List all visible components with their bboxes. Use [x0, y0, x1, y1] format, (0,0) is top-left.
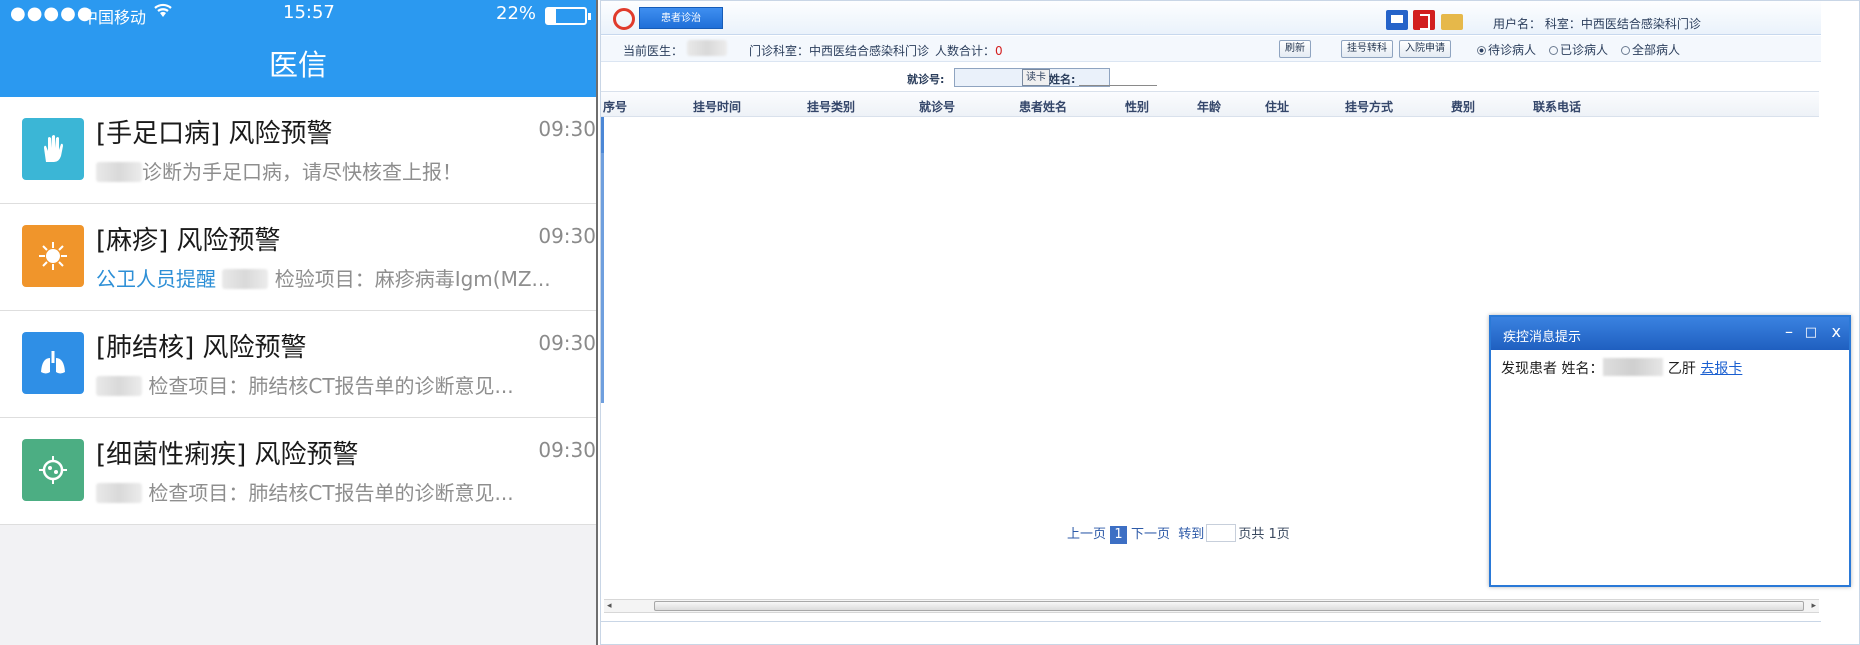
- next-page-link[interactable]: 下一页: [1131, 527, 1170, 542]
- minimize-icon[interactable]: –: [1785, 322, 1793, 341]
- message-preview: 检查项目：肺结核CT报告单的诊断意见...: [96, 370, 514, 399]
- wifi-icon: [152, 1, 174, 24]
- col-header[interactable]: 费别: [1451, 98, 1475, 115]
- message-time: 09:30: [538, 224, 596, 248]
- bottom-divider: [601, 621, 1821, 622]
- radio-seen-patients[interactable]: 已诊病人: [1549, 41, 1608, 58]
- scroll-left-icon[interactable]: ◂: [607, 601, 612, 611]
- col-header[interactable]: 就诊号: [919, 98, 955, 115]
- name-input[interactable]: [1079, 85, 1157, 86]
- goto-label: 转到: [1178, 527, 1205, 542]
- col-header[interactable]: 联系电话: [1533, 98, 1581, 115]
- message-item-measles[interactable]: [麻疹] 风险预警 09:30 公卫人员提醒 检验项目：麻疹病毒Igm(MZ..…: [0, 204, 596, 311]
- phone-header: ●●●●● 中国移动 15:57 22% 医信: [0, 0, 596, 97]
- horizontal-scrollbar[interactable]: ◂ ▸: [604, 599, 1819, 613]
- radio-waiting-patients[interactable]: 待诊病人: [1477, 41, 1536, 58]
- search-row: 就诊号: 读卡 姓名:: [601, 67, 1821, 89]
- left-border: [601, 153, 604, 403]
- message-title: [手足口病] 风险预警: [96, 119, 333, 149]
- redacted-name: [96, 162, 142, 182]
- battery-icon: [545, 7, 591, 25]
- bacteria-icon: [22, 439, 84, 501]
- message-item-dysentery[interactable]: [细菌性痢疾] 风险预警 09:30 检查项目：肺结核CT报告单的诊断意见...: [0, 418, 596, 525]
- popup-titlebar[interactable]: 疾控消息提示 – □ x: [1491, 317, 1849, 350]
- redacted-patient-name: [1603, 358, 1664, 376]
- exit-icon[interactable]: [1413, 10, 1435, 30]
- message-preview: 诊断为手足口病，请尽快核查上报！: [96, 156, 462, 185]
- virus-icon: [22, 225, 84, 287]
- redacted-name: [222, 269, 269, 289]
- screenshot-root: ●●●●● 中国移动 15:57 22% 医信 [手足口病] 风险预警 09:3…: [0, 0, 1860, 645]
- message-item-hfmd[interactable]: [手足口病] 风险预警 09:30 诊断为手足口病，请尽快核查上报！: [0, 97, 596, 204]
- battery-percent: 22%: [496, 3, 537, 24]
- user-info: 用户名： 科室：中西医结合感染科门诊: [1493, 17, 1701, 31]
- scrollbar-thumb[interactable]: [654, 601, 1804, 611]
- splitter-handle[interactable]: [601, 117, 604, 153]
- status-time: 15:57: [283, 2, 335, 23]
- phone-app: ●●●●● 中国移动 15:57 22% 医信 [手足口病] 风险预警 09:3…: [0, 0, 598, 645]
- desktop-app: 患者诊治 用户名： 科室：中西医结合感染科门诊 当前医生： 门诊科室：中西医结合…: [600, 0, 1860, 645]
- message-time: 09:30: [538, 331, 596, 355]
- radio-all-patients[interactable]: 全部病人: [1621, 41, 1680, 58]
- visit-no-label: 就诊号:: [907, 73, 945, 86]
- current-page[interactable]: 1: [1110, 526, 1128, 544]
- scroll-right-icon[interactable]: ▸: [1811, 601, 1816, 611]
- col-header[interactable]: 挂号时间: [693, 98, 741, 115]
- table-header: 序号 挂号时间 挂号类别 就诊号 患者姓名 性别 年龄 住址 挂号方式 费别 联…: [601, 91, 1819, 117]
- message-time: 09:30: [538, 438, 596, 462]
- count-label: 人数合计：0: [935, 44, 1003, 58]
- disease-control-popup: 疾控消息提示 – □ x 发现患者 姓名： 乙肝 去报卡: [1489, 315, 1851, 587]
- message-icon[interactable]: [1386, 10, 1408, 30]
- message-list: [手足口病] 风险预警 09:30 诊断为手足口病，请尽快核查上报！ [麻疹] …: [0, 97, 596, 525]
- col-header[interactable]: 性别: [1125, 98, 1149, 115]
- redacted-name: [96, 376, 142, 396]
- total-pages: 页共 1页: [1238, 527, 1290, 542]
- top-toolbar: 患者诊治 用户名： 科室：中西医结合感染科门诊: [601, 1, 1821, 35]
- lungs-icon: [22, 332, 84, 394]
- col-header[interactable]: 挂号类别: [807, 98, 855, 115]
- goto-page-input[interactable]: [1206, 524, 1237, 542]
- pagination: 上一页 1 下一页 转到 页共 1页: [1067, 523, 1290, 544]
- message-item-tuberculosis[interactable]: [肺结核] 风险预警 09:30 检查项目：肺结核CT报告单的诊断意见...: [0, 311, 596, 418]
- admission-request-button[interactable]: 入院申请: [1399, 40, 1451, 58]
- carrier-label: 中国移动: [82, 8, 147, 27]
- col-header[interactable]: 年龄: [1197, 98, 1221, 115]
- maximize-icon[interactable]: □: [1805, 325, 1817, 340]
- close-icon[interactable]: x: [1832, 322, 1841, 341]
- info-bar: 当前医生： 门诊科室：中西医结合感染科门诊 人数合计：0 刷新 挂号转科 入院申…: [601, 36, 1821, 62]
- message-preview: 公卫人员提醒 检验项目：麻疹病毒Igm(MZ...: [96, 267, 551, 291]
- disease-name: 乙肝: [1667, 361, 1696, 377]
- current-doctor-label: 当前医生：: [623, 44, 684, 58]
- popup-title: 疾控消息提示: [1503, 330, 1582, 345]
- status-bar: ●●●●● 中国移动 15:57 22%: [0, 0, 596, 30]
- folder-icon[interactable]: [1441, 14, 1463, 30]
- signal-icon: ●●●●●: [10, 3, 94, 24]
- message-title: [肺结核] 风险预警: [96, 333, 307, 363]
- refresh-button[interactable]: 刷新: [1279, 40, 1311, 58]
- col-header[interactable]: 住址: [1265, 98, 1289, 115]
- col-header[interactable]: 患者姓名: [1019, 98, 1067, 115]
- app-title: 医信: [268, 48, 327, 82]
- app-logo-icon: [613, 8, 635, 30]
- popup-message: 发现患者 姓名： 乙肝 去报卡: [1491, 350, 1849, 386]
- report-card-link[interactable]: 去报卡: [1700, 361, 1742, 377]
- transfer-button[interactable]: 挂号转科: [1341, 40, 1393, 58]
- dept-label: 门诊科室：中西医结合感染科门诊: [749, 44, 930, 58]
- name-label: 姓名:: [1049, 73, 1076, 86]
- redacted-doctor-name: [687, 40, 727, 56]
- read-card-button[interactable]: 读卡: [1022, 69, 1050, 86]
- prev-page-link[interactable]: 上一页: [1067, 527, 1106, 542]
- tab-patient-diagnosis[interactable]: 患者诊治: [639, 7, 723, 29]
- message-time: 09:30: [538, 117, 596, 141]
- redacted-name: [96, 483, 142, 503]
- message-preview: 检查项目：肺结核CT报告单的诊断意见...: [96, 477, 514, 506]
- col-header[interactable]: 序号: [603, 98, 627, 115]
- message-title: [细菌性痢疾] 风险预警: [96, 440, 359, 470]
- public-health-reminder-link[interactable]: 公卫人员提醒: [96, 267, 216, 291]
- message-title: [麻疹] 风险预警: [96, 226, 281, 256]
- col-header[interactable]: 挂号方式: [1345, 98, 1393, 115]
- hand-icon: [22, 118, 84, 180]
